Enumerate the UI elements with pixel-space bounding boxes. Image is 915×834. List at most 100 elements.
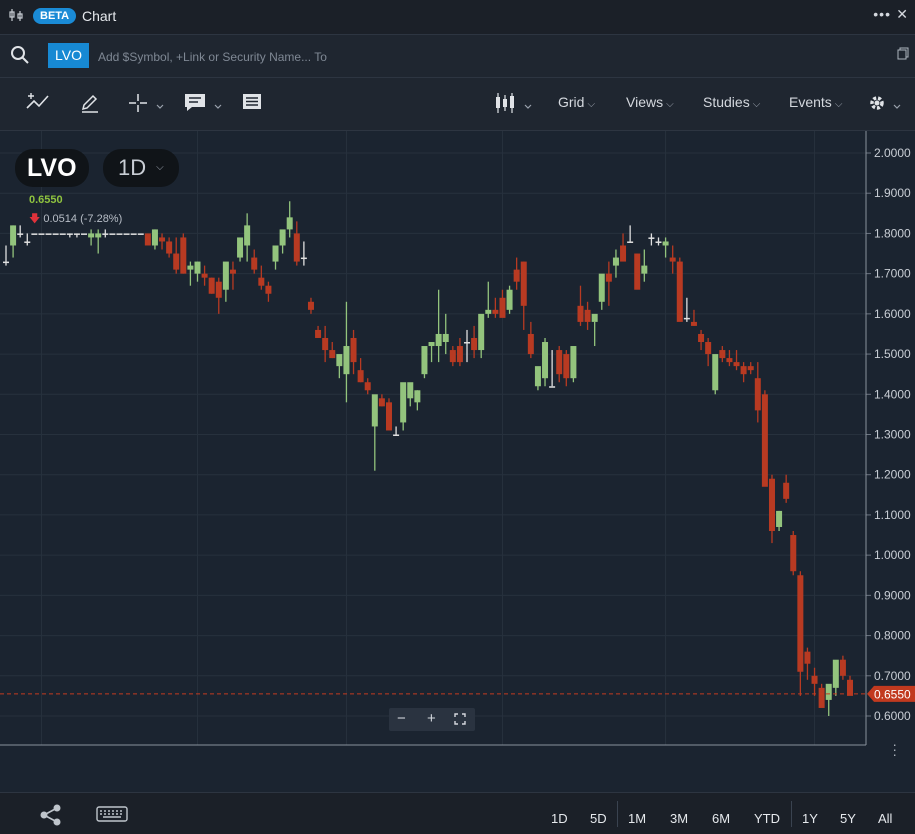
y-axis-tick-label: 0.8000 <box>874 629 911 643</box>
candle-body <box>208 277 215 294</box>
candle-body <box>180 237 187 274</box>
candle-body <box>293 233 300 262</box>
chevron-down-icon: ⌵ <box>587 99 596 110</box>
candle-body <box>393 434 400 436</box>
symbol-search-input[interactable] <box>96 43 860 70</box>
candle-body <box>527 333 534 355</box>
candle-body <box>194 261 201 274</box>
candle-body <box>818 687 825 708</box>
fullscreen-icon[interactable] <box>454 712 466 729</box>
price-change: 🡇 0.0514 (-7.28%) <box>29 210 122 229</box>
candle-body <box>81 233 88 235</box>
events-menu[interactable]: Events ⌵ <box>789 94 842 110</box>
more-options-icon[interactable]: ••• <box>873 6 891 22</box>
candle-body <box>10 225 17 246</box>
annotation-comment-icon[interactable] <box>184 92 226 117</box>
candlestick-chart[interactable]: 2.0000 1.9000 1.8000 1.7000 1.6000 1.5000 1.40… <box>0 131 915 746</box>
range-selector-bar: 1D 5D 1M 3M 6M YTD 1Y 5Y All <box>0 792 915 834</box>
zoom-in-button[interactable]: + <box>427 710 436 727</box>
candle-body <box>761 394 768 487</box>
window-title: Chart <box>82 8 117 24</box>
range-all-button[interactable]: All <box>878 811 892 826</box>
settings-gear-icon[interactable] <box>867 92 907 117</box>
candle-body <box>655 241 662 243</box>
candle-body <box>783 482 790 499</box>
chart-symbol-label[interactable]: LVO <box>15 149 89 187</box>
y-axis-tick-label: 1.2000 <box>874 468 911 482</box>
grid-menu[interactable]: Grid ⌵ <box>558 94 595 110</box>
zoom-out-button[interactable]: − <box>397 710 406 727</box>
crosshair-tool-icon[interactable] <box>127 92 167 117</box>
copy-icon[interactable] <box>897 47 909 63</box>
studies-menu-label: Studies <box>703 94 750 110</box>
candle-body <box>435 333 442 347</box>
candle-body <box>620 245 627 262</box>
range-6m-button[interactable]: 6M <box>712 811 730 826</box>
candle-body <box>166 241 173 254</box>
y-axis-tick-label: 1.8000 <box>874 226 911 240</box>
symbol-search-bar: LVO <box>0 35 915 78</box>
trendline-tool-icon[interactable] <box>25 92 51 115</box>
y-axis-tick-label: 1.6000 <box>874 307 911 321</box>
range-5d-button[interactable]: 5D <box>590 811 607 826</box>
candle-body <box>109 233 116 235</box>
candle-body <box>244 225 251 246</box>
symbol-chip[interactable]: LVO <box>48 43 89 68</box>
close-icon[interactable]: ✕ <box>896 6 908 23</box>
candle-body <box>137 233 144 235</box>
candle-body <box>414 390 421 403</box>
range-5y-button[interactable]: 5Y <box>840 811 856 826</box>
range-1m-button[interactable]: 1M <box>628 811 646 826</box>
candle-body <box>605 273 612 282</box>
candle-body <box>520 261 527 306</box>
candle-body <box>492 309 499 314</box>
candle-body <box>726 358 733 363</box>
studies-menu[interactable]: Studies ⌵ <box>703 94 760 110</box>
candle-body <box>38 233 45 235</box>
y-axis-tick-label: 0.6000 <box>874 709 911 723</box>
vertical-more-icon[interactable]: · · · <box>892 737 897 761</box>
period-label: 1D <box>118 155 147 180</box>
candle-body <box>584 309 591 322</box>
candle-body <box>790 535 797 572</box>
candle-body <box>251 257 258 270</box>
chart-type-candles-icon[interactable] <box>494 92 536 117</box>
range-1y-button[interactable]: 1Y <box>802 811 818 826</box>
period-selector[interactable]: 1D ⌵ <box>103 149 179 187</box>
range-ytd-button[interactable]: YTD <box>754 811 780 826</box>
candle-body <box>73 233 80 235</box>
candle-body <box>577 305 584 322</box>
draw-pencil-icon[interactable] <box>79 92 101 117</box>
keyboard-icon[interactable] <box>96 805 128 826</box>
chart-app-icon[interactable] <box>9 8 23 25</box>
candle-body <box>513 269 520 282</box>
candle-body <box>215 281 222 298</box>
candle-body <box>272 245 279 262</box>
candle-body <box>336 354 343 367</box>
candle-body <box>542 342 549 379</box>
candle-body <box>265 285 272 294</box>
last-price-tag-label: 0.6550 <box>874 687 911 701</box>
candle-body <box>378 398 385 407</box>
chevron-down-icon: ⌵ <box>156 162 164 173</box>
candle-body <box>669 257 676 262</box>
candle-body <box>66 233 73 235</box>
range-3m-button[interactable]: 3M <box>670 811 688 826</box>
candle-body <box>712 354 719 391</box>
share-icon[interactable] <box>38 803 64 830</box>
candle-body <box>279 229 286 246</box>
zoom-controls: − + <box>389 708 475 731</box>
candle-body <box>144 233 151 246</box>
news-panel-icon[interactable] <box>242 92 262 115</box>
down-arrow-icon: 🡇 <box>29 213 41 225</box>
candle-body <box>719 350 726 359</box>
candle-body <box>52 233 59 235</box>
candle-body <box>201 273 208 278</box>
candle-body <box>307 301 314 310</box>
candle-body <box>825 683 832 700</box>
candle-body <box>676 261 683 322</box>
range-1d-button[interactable]: 1D <box>551 811 568 826</box>
views-menu[interactable]: Views ⌵ <box>626 94 674 110</box>
search-icon[interactable] <box>10 45 30 65</box>
candle-body <box>797 575 804 672</box>
